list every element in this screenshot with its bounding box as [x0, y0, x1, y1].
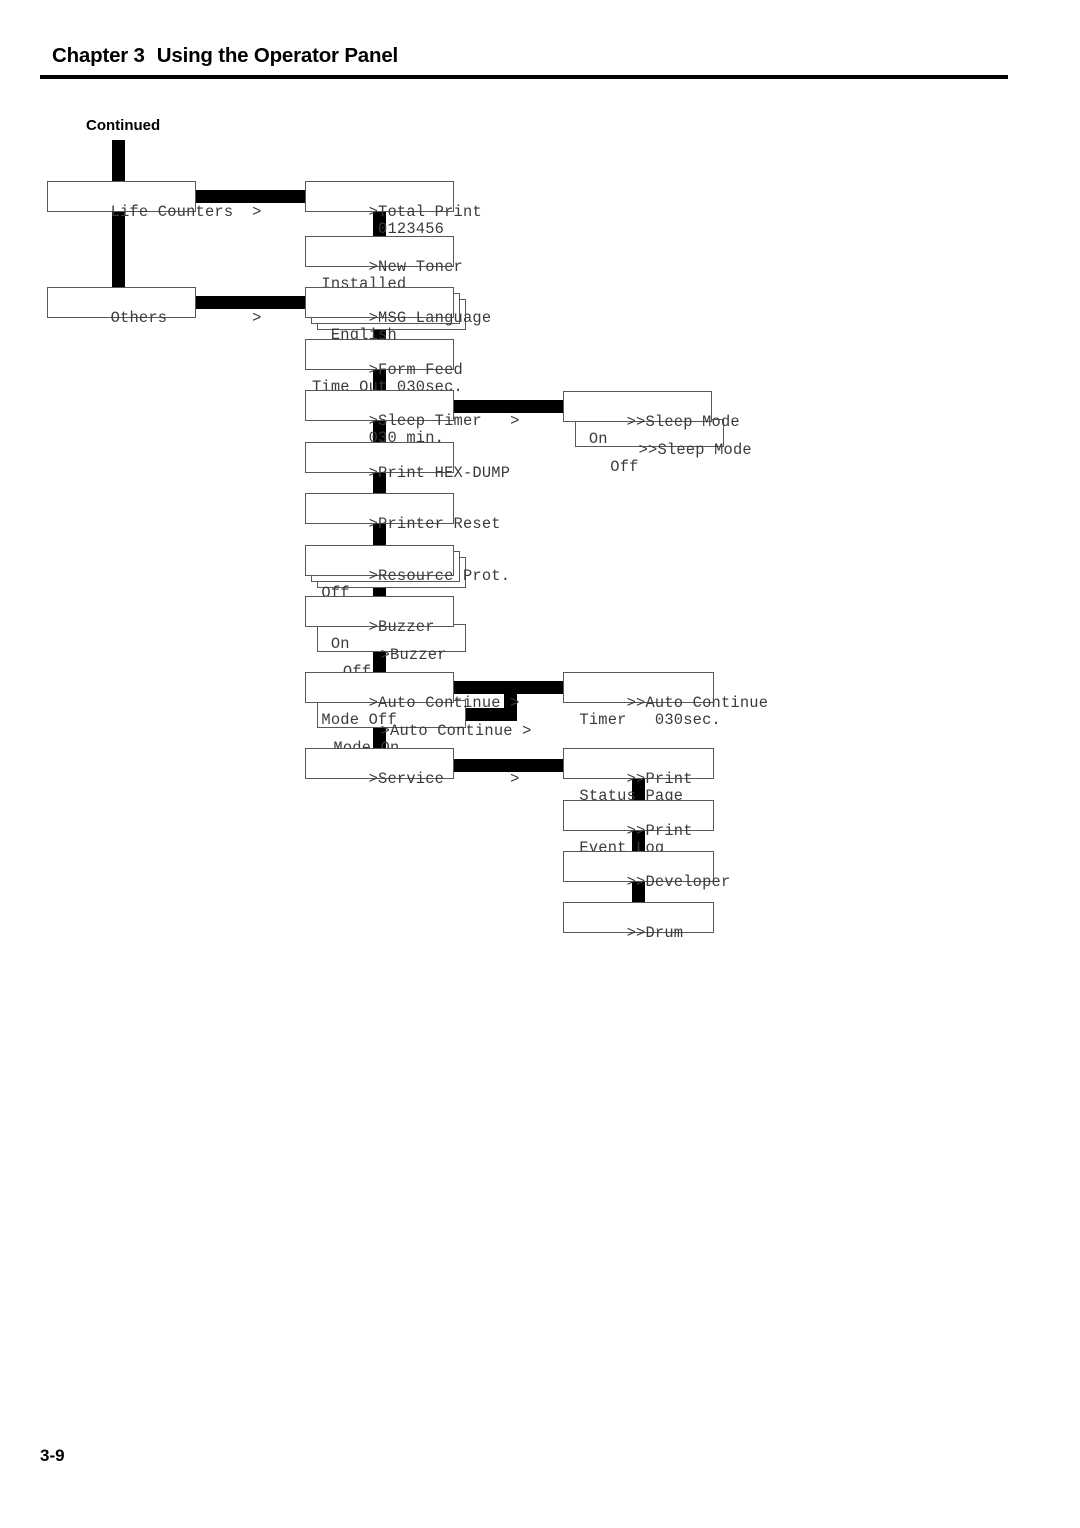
menu-box-new-toner[interactable]: >New Toner Installed [305, 236, 463, 293]
menu-box-life-counters-line1: Life Counters > [110, 202, 262, 221]
menu-box-print-hex-dump-line1: >Print HEX-DUMP [368, 463, 511, 482]
menu-box-developer-line1: >>Developer [626, 872, 731, 891]
menu-box-form-feed-line1: >Form Feed [368, 360, 463, 379]
menu-box-print-event-log[interactable]: >>Print Event Log [563, 800, 714, 857]
menu-box-sleep-mode-on-line2: On [570, 430, 608, 449]
menu-box-auto-continue-mode-off-line1: >Auto Continue > [368, 693, 520, 712]
menu-box-resource-prot-line1: >Resource Prot. [368, 566, 511, 585]
menu-box-print-event-log-line1: >>Print [626, 821, 693, 840]
menu-box-developer[interactable]: >>Developer [563, 851, 730, 890]
menu-box-auto-continue-timer-line1: >>Auto Continue [626, 693, 769, 712]
menu-box-msg-language[interactable]: >MSG Language English [305, 287, 491, 344]
menu-box-form-feed[interactable]: >Form Feed Time Out 030sec. [305, 339, 463, 396]
menu-box-print-hex-dump[interactable]: >Print HEX-DUMP [305, 442, 510, 481]
menu-box-buzzer-on[interactable]: >Buzzer On [305, 596, 454, 653]
menu-flow-diagram: Continued Life Counters > Others > >Tota… [0, 0, 1080, 1528]
menu-box-service[interactable]: >Service > [305, 748, 519, 787]
menu-box-printer-reset[interactable]: >Printer Reset [305, 493, 501, 532]
menu-box-auto-continue-mode-off[interactable]: >Auto Continue > Mode Off [305, 672, 519, 729]
continued-label: Continued [86, 117, 161, 134]
menu-box-others[interactable]: Others > [47, 287, 261, 326]
menu-box-print-status-page-line1: >>Print [626, 769, 693, 788]
menu-box-msg-language-line1: >MSG Language [368, 308, 492, 327]
document-page: Chapter 3 Using the Operator Panel Contin… [0, 0, 1080, 1528]
menu-box-printer-reset-line1: >Printer Reset [368, 514, 501, 533]
menu-box-buzzer-on-line2: On [312, 635, 350, 654]
menu-box-total-print-line1: >Total Print [368, 202, 482, 221]
page-number: 3-9 [40, 1446, 65, 1465]
menu-box-auto-continue-timer[interactable]: >>Auto Continue Timer 030sec. [563, 672, 768, 729]
menu-box-new-toner-line1: >New Toner [368, 257, 463, 276]
menu-box-sleep-timer-line1: >Sleep Timer > [368, 411, 520, 430]
menu-box-others-line1: Others > [110, 308, 262, 327]
menu-box-auto-continue-mode-off-line2: Mode Off [312, 711, 397, 730]
connector-life-to-total-print [190, 190, 310, 203]
menu-box-print-status-page[interactable]: >>Print Status Page [563, 748, 714, 805]
menu-box-drum[interactable]: >>Drum [563, 902, 714, 941]
menu-box-sleep-timer[interactable]: >Sleep Timer > 030 min. [305, 390, 519, 447]
menu-box-resource-prot[interactable]: >Resource Prot. Off [305, 545, 510, 602]
menu-box-buzzer-on-line1: >Buzzer [368, 617, 435, 636]
menu-box-total-print[interactable]: >Total Print 0123456 [305, 181, 482, 238]
menu-box-service-line1: >Service > [368, 769, 520, 788]
menu-box-drum-line1: >>Drum [626, 923, 684, 942]
menu-box-sleep-mode-on-line1: >>Sleep Mode [626, 412, 740, 431]
connector-others-to-msg [190, 296, 310, 309]
menu-box-auto-continue-timer-line2: Timer 030sec. [570, 711, 721, 730]
menu-box-sleep-mode-on[interactable]: >>Sleep Mode On [563, 391, 740, 448]
menu-box-life-counters[interactable]: Life Counters > [47, 181, 261, 220]
